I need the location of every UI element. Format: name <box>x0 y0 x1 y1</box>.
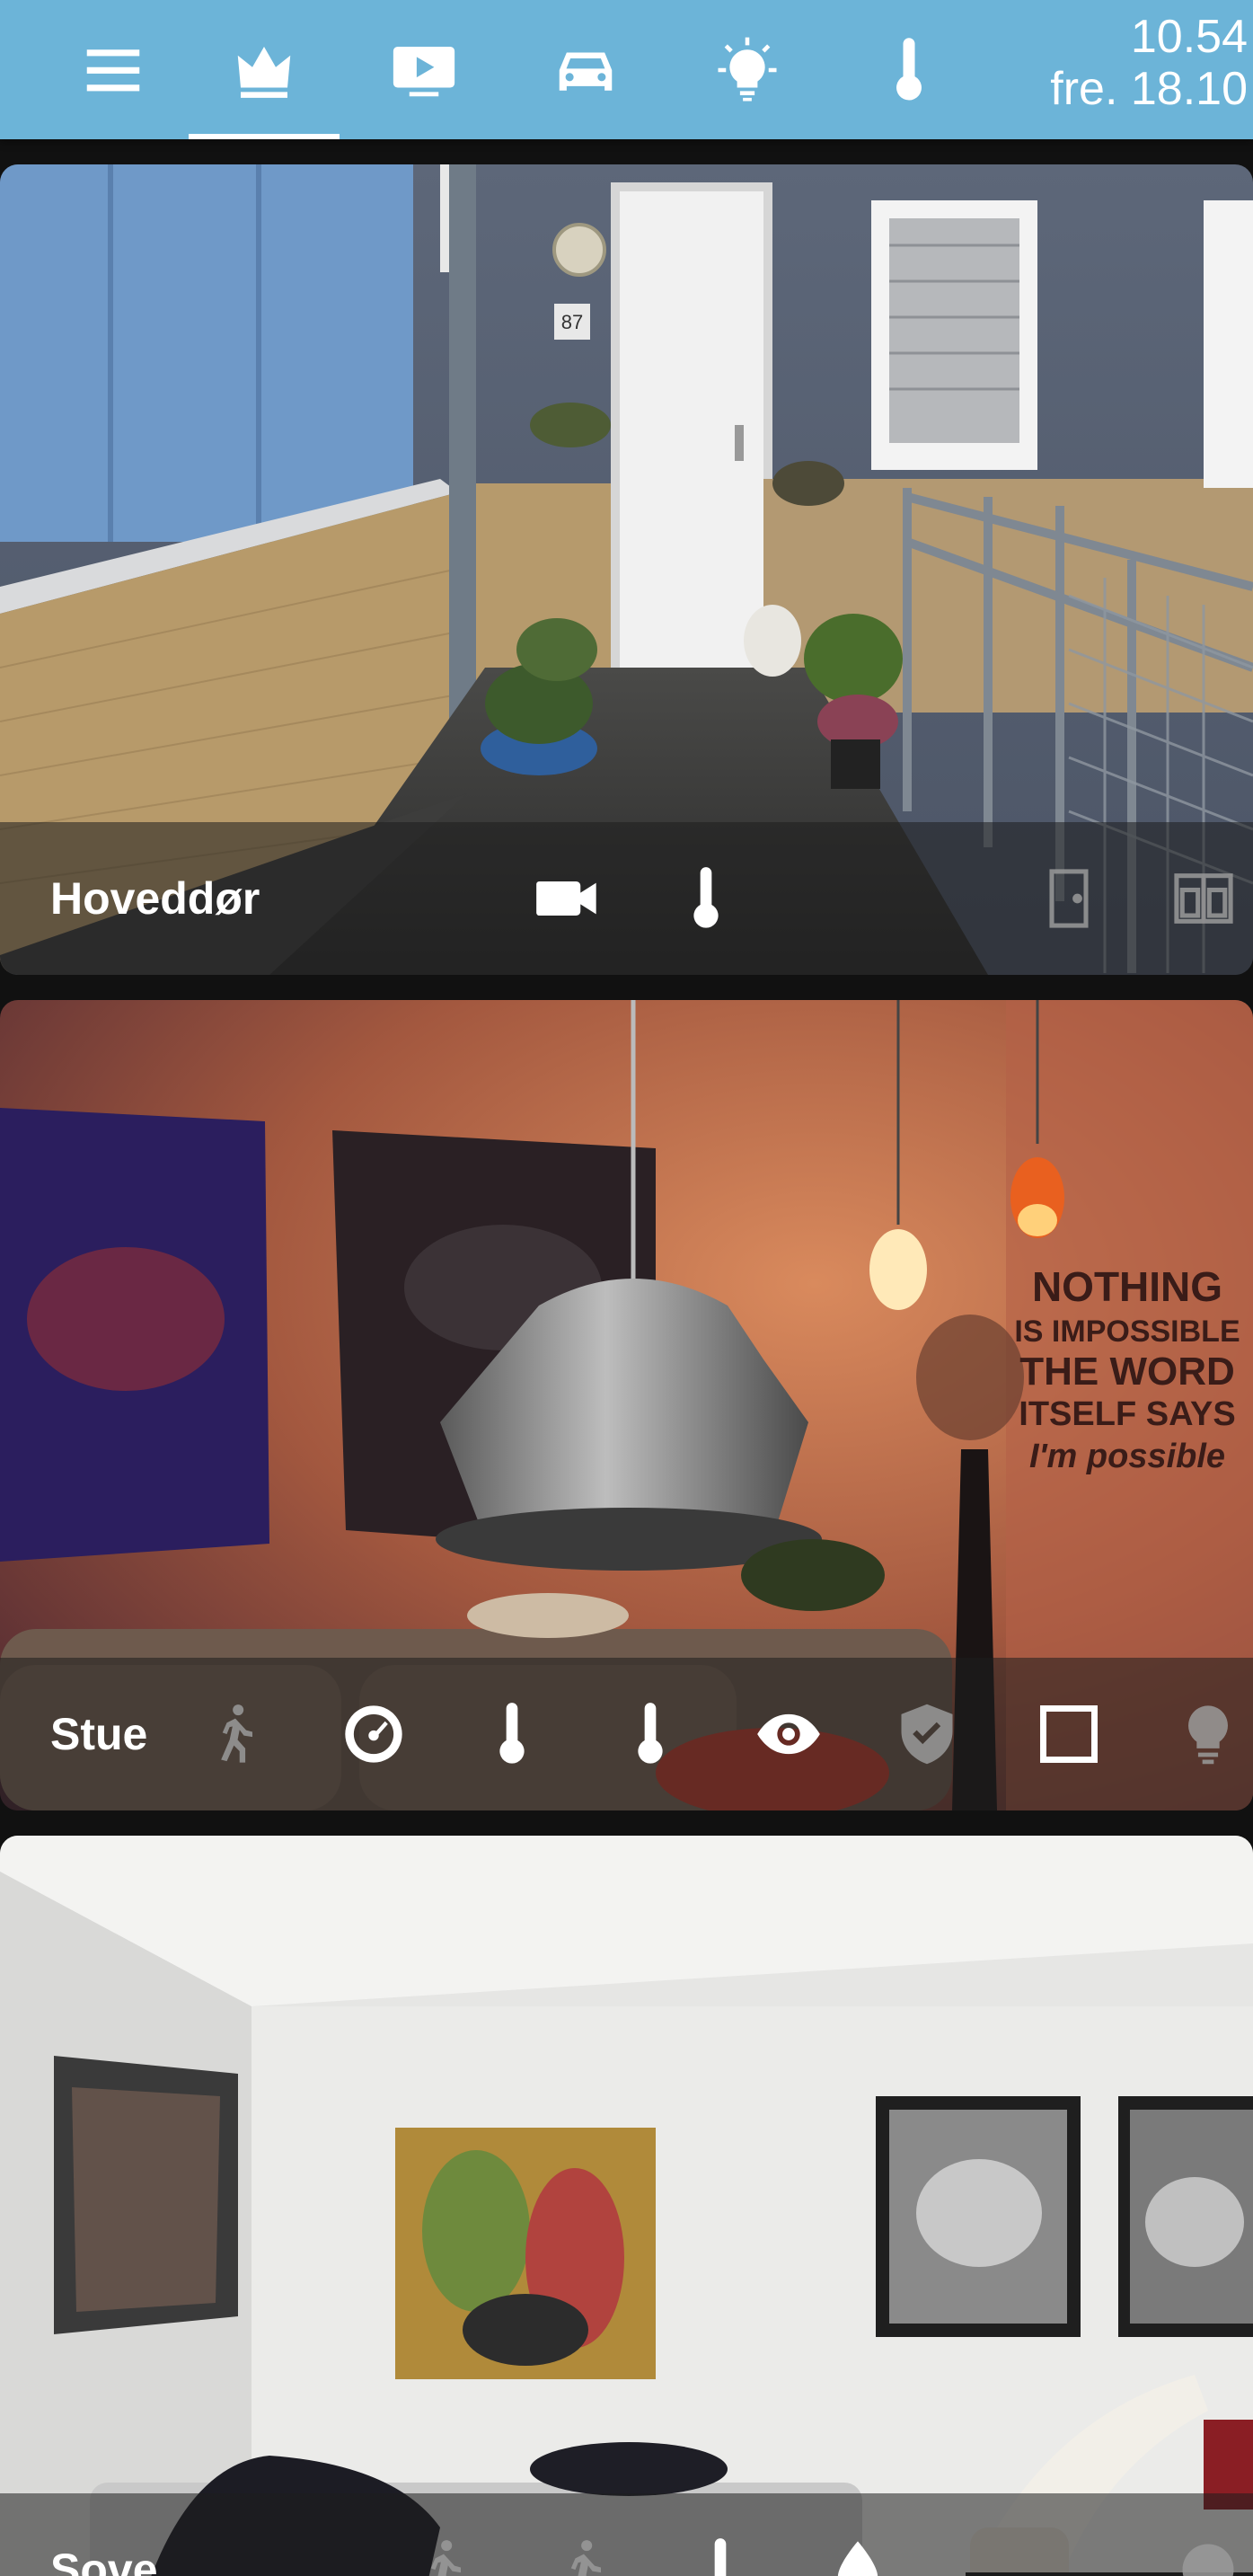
camera-icon <box>536 881 596 916</box>
card-info-bar: Sove <box>0 2493 1253 2576</box>
temperature-button[interactable] <box>478 1700 546 1768</box>
motion-icon <box>570 2540 601 2576</box>
wall-text-line: NOTHING <box>1032 1263 1222 1310</box>
car-icon <box>559 52 613 91</box>
tab-lights[interactable] <box>672 0 823 139</box>
view-button[interactable] <box>754 1700 823 1768</box>
water-drop-icon <box>837 2541 878 2576</box>
temperature-button[interactable] <box>686 2536 754 2576</box>
house-number: 87 <box>561 311 583 333</box>
tab-climate[interactable] <box>834 0 984 139</box>
wall-text-line: IS IMPOSSIBLE <box>1014 1315 1240 1349</box>
door-sensor-button[interactable] <box>1035 864 1103 933</box>
clock-time: 10.54 <box>1130 11 1248 63</box>
crown-icon <box>237 46 291 98</box>
tab-car[interactable] <box>510 0 661 139</box>
menu-icon <box>86 49 140 91</box>
window-square-icon <box>1040 1705 1098 1763</box>
camera-card-living-room[interactable]: NOTHING IS IMPOSSIBLE THE WORD ITSELF SA… <box>0 1000 1253 1810</box>
temperature-button[interactable] <box>672 864 740 933</box>
top-app-bar: 10.54 fre. 18.10 <box>0 0 1253 139</box>
card-info-bar: Stue <box>0 1658 1253 1810</box>
shield-check-icon <box>901 1704 953 1765</box>
wall-text-line: I'm possible <box>1029 1438 1225 1475</box>
tab-media[interactable] <box>349 0 499 139</box>
tab-menu[interactable] <box>38 0 189 139</box>
clock: 10.54 fre. 18.10 <box>1050 11 1248 115</box>
tab-home[interactable] <box>189 0 340 139</box>
thermometer-icon <box>714 2538 727 2576</box>
camera-card-bedroom[interactable]: Sove <box>0 1836 1253 2576</box>
lightbulb-icon <box>718 37 777 101</box>
gauge-icon <box>345 1705 402 1763</box>
window-sensor-button[interactable] <box>1035 1700 1103 1768</box>
motion-sensor-button[interactable] <box>201 1700 269 1768</box>
temperature-button[interactable] <box>616 1700 684 1768</box>
door-icon <box>1049 869 1089 928</box>
media-play-icon <box>393 46 455 96</box>
thermometer-icon <box>693 867 719 928</box>
alarm-button[interactable] <box>893 1700 961 1768</box>
light-button[interactable] <box>1174 1700 1242 1768</box>
wall-text-line: ITSELF SAYS <box>1019 1395 1235 1433</box>
status-button[interactable] <box>1174 2536 1242 2576</box>
circle-icon <box>1182 2544 1234 2576</box>
motion-icon <box>221 1704 252 1763</box>
lightbulb-icon <box>1188 1705 1228 1765</box>
motion-icon <box>430 2540 461 2576</box>
window-icon <box>1174 873 1233 924</box>
thermometer-icon <box>638 1703 663 1764</box>
wall-text-line: THE WORD <box>1019 1350 1235 1394</box>
motion-sensor-button[interactable] <box>410 2536 478 2576</box>
camera-card-front-door[interactable]: 87 Hoveddør <box>0 164 1253 975</box>
window-sensor-button[interactable] <box>1169 864 1238 933</box>
bedroom-camera-image <box>0 1836 1253 2576</box>
clock-date: fre. 18.10 <box>1050 63 1248 115</box>
camera-button[interactable] <box>534 864 602 933</box>
humidity-button[interactable] <box>824 2536 892 2576</box>
card-title: Sove <box>50 2545 158 2576</box>
eye-icon <box>757 1713 820 1755</box>
thermometer-icon <box>499 1703 525 1764</box>
gauge-button[interactable] <box>340 1700 408 1768</box>
card-title: Stue <box>50 1709 148 1759</box>
motion-sensor-button[interactable] <box>550 2536 618 2576</box>
thermometer-icon <box>896 37 922 100</box>
card-info-bar: Hoveddør <box>0 822 1253 975</box>
card-title: Hoveddør <box>50 873 260 924</box>
